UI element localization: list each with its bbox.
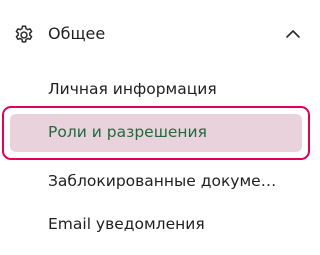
nav-item-label: Личная информация bbox=[48, 80, 217, 98]
nav-item-label: Роли и разрешения bbox=[48, 123, 207, 141]
nav-item-roles-permissions[interactable]: Роли и разрешения bbox=[2, 106, 310, 160]
nav-item-label: Email уведомления bbox=[48, 215, 205, 233]
nav-item-email-notifications[interactable]: Email уведомления bbox=[0, 201, 316, 247]
section-title: Общее bbox=[48, 24, 106, 43]
chevron-up-icon[interactable] bbox=[283, 26, 303, 42]
section-header-general[interactable]: Общее bbox=[0, 0, 316, 68]
nav-item-blocked-documents[interactable]: Заблокированные документы bbox=[0, 158, 316, 204]
gear-icon bbox=[13, 24, 35, 46]
nav-item-label: Заблокированные документы bbox=[48, 172, 280, 190]
